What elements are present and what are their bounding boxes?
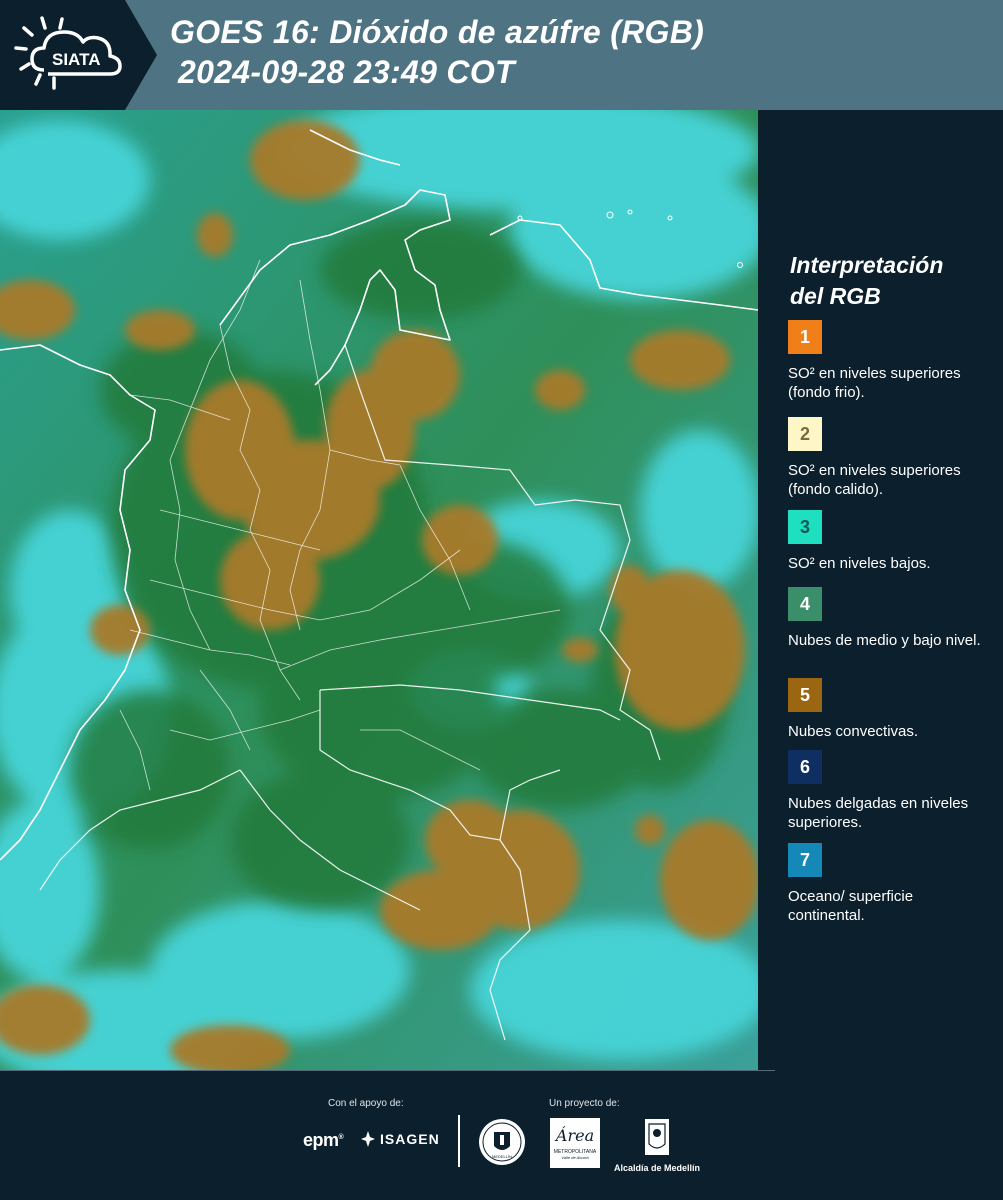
support-label: Con el apoyo de:: [328, 1098, 404, 1109]
legend-item: 6 Nubes delgadas en niveles superiores.: [788, 750, 988, 832]
page-title: GOES 16: Dióxido de azúfre (RGB): [170, 14, 705, 50]
legend-swatch: 2: [788, 417, 822, 451]
legend-swatch: 3: [788, 510, 822, 544]
epm-logo: epm®: [303, 1130, 344, 1150]
seal-text: MEDELLÍN: [491, 1154, 512, 1159]
legend-label: Nubes delgadas en niveles superiores.: [788, 795, 969, 831]
legend-label: SO² en niveles superiores (fondo frio).: [788, 365, 961, 401]
area-logo-sub2: Valle de Aburrá: [561, 1155, 589, 1160]
logo-arrow: [125, 0, 157, 110]
legend-item: 2 SO² en niveles superiores (fondo calido…: [788, 417, 988, 499]
legend-swatch: 4: [788, 587, 822, 621]
legend-item: 4 Nubes de medio y bajo nivel.: [788, 587, 988, 650]
area-logo-main: Área: [555, 1126, 595, 1145]
legend-item: 5 Nubes convectivas.: [788, 678, 988, 741]
timestamp: 2024-09-28 23:49 COT: [178, 54, 515, 90]
logo-text: SIATA: [52, 50, 100, 69]
medellin-seal: MEDELLÍN: [478, 1118, 526, 1171]
legend-swatch: 5: [788, 678, 822, 712]
project-label: Un proyecto de:: [549, 1098, 620, 1109]
legend-label: SO² en niveles superiores (fondo calido)…: [788, 462, 961, 498]
legend-title: Interpretación del RGB: [790, 250, 990, 312]
sponsor-divider: [458, 1115, 460, 1167]
legend-label: Nubes de medio y bajo nivel.: [788, 632, 981, 649]
legend-swatch: 1: [788, 320, 822, 354]
legend-item: 7 Oceano/ superficie continental.: [788, 843, 988, 925]
isagen-icon: [361, 1131, 375, 1147]
satellite-map[interactable]: [0, 110, 758, 1070]
legend-title-line1: Interpretación: [790, 252, 944, 278]
legend-label: SO² en niveles bajos.: [788, 555, 931, 572]
siata-logo: SIATA: [14, 16, 122, 90]
footer: Con el apoyo de: Un proyecto de: epm® IS…: [0, 1070, 1003, 1200]
isagen-logo: ISAGEN: [360, 1130, 440, 1148]
legend-swatch: 6: [788, 750, 822, 784]
area-metropolitana-logo: Área METROPOLITANA Valle de Aburrá: [550, 1118, 600, 1168]
legend-title-line2: del RGB: [790, 283, 881, 309]
footer-divider-line: [0, 1070, 775, 1071]
legend-panel: Interpretación del RGB 1 SO² en niveles s…: [758, 110, 1003, 1070]
legend-swatch: 7: [788, 843, 822, 877]
alcaldia-shield-icon: [645, 1119, 669, 1155]
epm-logo-text: epm: [303, 1130, 339, 1150]
legend-label: Oceano/ superficie continental.: [788, 888, 914, 924]
legend-item: 3 SO² en niveles bajos.: [788, 510, 988, 573]
logo-panel: SIATA: [0, 0, 125, 110]
map-image: [0, 110, 758, 1070]
alcaldia-logo: Alcaldía de Medellín: [612, 1118, 702, 1173]
legend-item: 1 SO² en niveles superiores (fondo frio).: [788, 320, 988, 402]
legend-label: Nubes convectivas.: [788, 723, 919, 740]
header-bar: SIATA GOES 16: Dióxido de azúfre (RGB) 2…: [0, 0, 1003, 110]
alcaldia-text: Alcaldía de Medellín: [613, 1163, 701, 1173]
isagen-text: ISAGEN: [380, 1131, 440, 1147]
